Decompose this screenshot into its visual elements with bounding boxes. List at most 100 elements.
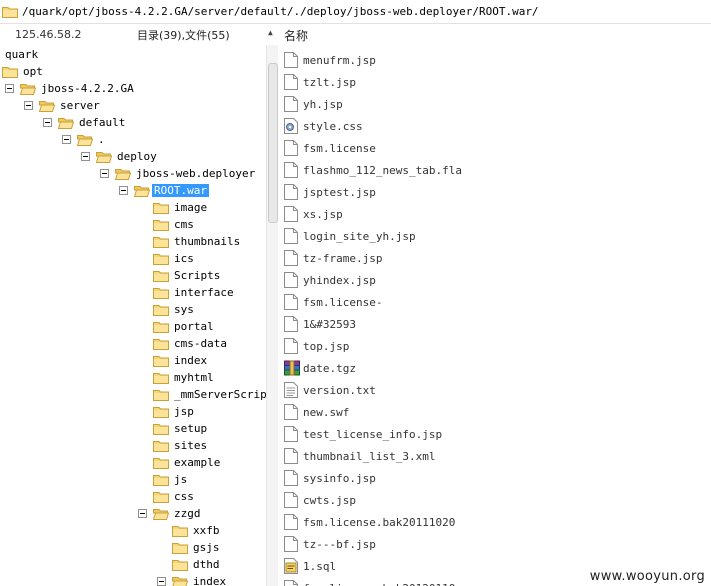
tree-node[interactable]: index xyxy=(0,574,266,586)
tree-node-label[interactable]: . xyxy=(96,133,107,146)
tree-node-label[interactable]: quark xyxy=(3,48,40,61)
tree-node[interactable]: xxfb xyxy=(0,523,266,540)
tree-node[interactable]: image xyxy=(0,200,266,217)
tree-node-label[interactable]: css xyxy=(172,490,196,503)
file-row[interactable]: test_license_info.jsp xyxy=(279,423,711,445)
sort-up-icon[interactable]: ▲ xyxy=(268,28,273,37)
tree-node[interactable]: cms-data xyxy=(0,336,266,353)
tree-node-label[interactable]: example xyxy=(172,456,222,469)
tree-node[interactable]: sites xyxy=(0,438,266,455)
tree-node[interactable]: server xyxy=(0,98,266,115)
file-row[interactable]: menufrm.jsp xyxy=(279,49,711,71)
file-name[interactable]: fsm.license.bak20120110 xyxy=(303,582,455,586)
tree-node[interactable]: cms xyxy=(0,217,266,234)
file-row[interactable]: flashmo_112_news_tab.fla xyxy=(279,159,711,181)
file-row[interactable]: cwts.jsp xyxy=(279,489,711,511)
file-name[interactable]: top.jsp xyxy=(303,340,349,353)
tree-node-label[interactable]: sys xyxy=(172,303,196,316)
tree-node-label[interactable]: myhtml xyxy=(172,371,216,384)
scrollbar-thumb[interactable] xyxy=(268,63,278,223)
tree-node[interactable]: setup xyxy=(0,421,266,438)
tree-node-label[interactable]: image xyxy=(172,201,209,214)
file-row[interactable]: version.txt xyxy=(279,379,711,401)
file-name[interactable]: fsm.license xyxy=(303,142,376,155)
collapse-toggle-icon[interactable] xyxy=(5,84,14,93)
tree-node[interactable]: dthd xyxy=(0,557,266,574)
file-row[interactable]: jsptest.jsp xyxy=(279,181,711,203)
file-name[interactable]: jsptest.jsp xyxy=(303,186,376,199)
file-list[interactable]: menufrm.jsp tzlt.jsp yh.jsp style.css fsm.li… xyxy=(279,45,711,586)
tree-node[interactable]: sys xyxy=(0,302,266,319)
file-row[interactable]: fsm.license.bak20111020 xyxy=(279,511,711,533)
file-name[interactable]: 1&#32593 xyxy=(303,318,356,331)
tree-node-label[interactable]: cms xyxy=(172,218,196,231)
tree-node[interactable]: interface xyxy=(0,285,266,302)
tree-node[interactable]: . xyxy=(0,132,266,149)
directory-tree[interactable]: quark opt jboss-4.2.2.GA server default. depl… xyxy=(0,45,266,586)
tree-node[interactable]: quark xyxy=(0,47,266,64)
file-name[interactable]: xs.jsp xyxy=(303,208,343,221)
tree-node-label[interactable]: jboss-4.2.2.GA xyxy=(39,82,136,95)
tree-node-label[interactable]: ROOT.war xyxy=(152,184,209,197)
tree-node[interactable]: myhtml xyxy=(0,370,266,387)
file-name[interactable]: 1.sql xyxy=(303,560,336,573)
file-name[interactable]: version.txt xyxy=(303,384,376,397)
tree-node-label[interactable]: setup xyxy=(172,422,209,435)
file-name[interactable]: fsm.license.bak20111020 xyxy=(303,516,455,529)
tree-node-label[interactable]: jboss-web.deployer xyxy=(134,167,257,180)
tree-node-label[interactable]: ics xyxy=(172,252,196,265)
tree-node[interactable]: opt xyxy=(0,64,266,81)
tree-node[interactable]: zzgd xyxy=(0,506,266,523)
tree-node-label[interactable]: deploy xyxy=(115,150,159,163)
tree-node-label[interactable]: dthd xyxy=(191,558,222,571)
tree-node[interactable]: js xyxy=(0,472,266,489)
tree-node-label[interactable]: index xyxy=(191,575,228,586)
file-row[interactable]: yhindex.jsp xyxy=(279,269,711,291)
tree-node-label[interactable]: thumbnails xyxy=(172,235,242,248)
tree-node[interactable]: portal xyxy=(0,319,266,336)
tree-node-label[interactable]: _mmServerScripts xyxy=(172,388,266,401)
file-name[interactable]: tz---bf.jsp xyxy=(303,538,376,551)
tree-node-label[interactable]: xxfb xyxy=(191,524,222,537)
tree-node[interactable]: deploy xyxy=(0,149,266,166)
tree-node-label[interactable]: portal xyxy=(172,320,216,333)
file-name[interactable]: date.tgz xyxy=(303,362,356,375)
tree-node-label[interactable]: index xyxy=(172,354,209,367)
file-row[interactable]: sysinfo.jsp xyxy=(279,467,711,489)
file-row[interactable]: date.tgz xyxy=(279,357,711,379)
file-row[interactable]: 1&#32593 xyxy=(279,313,711,335)
collapse-toggle-icon[interactable] xyxy=(81,152,90,161)
file-name[interactable]: test_license_info.jsp xyxy=(303,428,442,441)
file-row[interactable]: top.jsp xyxy=(279,335,711,357)
tree-node[interactable]: index xyxy=(0,353,266,370)
collapse-toggle-icon[interactable] xyxy=(157,577,166,586)
file-row[interactable]: login_site_yh.jsp xyxy=(279,225,711,247)
file-row[interactable]: style.css xyxy=(279,115,711,137)
collapse-toggle-icon[interactable] xyxy=(119,186,128,195)
collapse-toggle-icon[interactable] xyxy=(62,135,71,144)
file-name[interactable]: new.swf xyxy=(303,406,349,419)
file-row[interactable]: thumbnail_list_3.xml xyxy=(279,445,711,467)
tree-node-label[interactable]: jsp xyxy=(172,405,196,418)
file-name[interactable]: cwts.jsp xyxy=(303,494,356,507)
file-row[interactable]: tzlt.jsp xyxy=(279,71,711,93)
file-row[interactable]: tz---bf.jsp xyxy=(279,533,711,555)
tree-node-label[interactable]: cms-data xyxy=(172,337,229,350)
file-row[interactable]: new.swf xyxy=(279,401,711,423)
file-name[interactable]: yh.jsp xyxy=(303,98,343,111)
tree-node[interactable]: ics xyxy=(0,251,266,268)
tree-node-label[interactable]: js xyxy=(172,473,189,486)
tree-node[interactable]: jsp xyxy=(0,404,266,421)
file-name[interactable]: tz-frame.jsp xyxy=(303,252,382,265)
file-row[interactable]: xs.jsp xyxy=(279,203,711,225)
file-row[interactable]: fsm.license- xyxy=(279,291,711,313)
file-name[interactable]: fsm.license- xyxy=(303,296,382,309)
tree-node-label[interactable]: sites xyxy=(172,439,209,452)
tree-node[interactable]: jboss-web.deployer xyxy=(0,166,266,183)
tree-node-label[interactable]: default xyxy=(77,116,127,129)
path-bar[interactable]: /quark/opt/jboss-4.2.2.GA/server/default… xyxy=(0,0,711,24)
tree-node[interactable]: thumbnails xyxy=(0,234,266,251)
file-name[interactable]: tzlt.jsp xyxy=(303,76,356,89)
collapse-toggle-icon[interactable] xyxy=(100,169,109,178)
file-row[interactable]: yh.jsp xyxy=(279,93,711,115)
